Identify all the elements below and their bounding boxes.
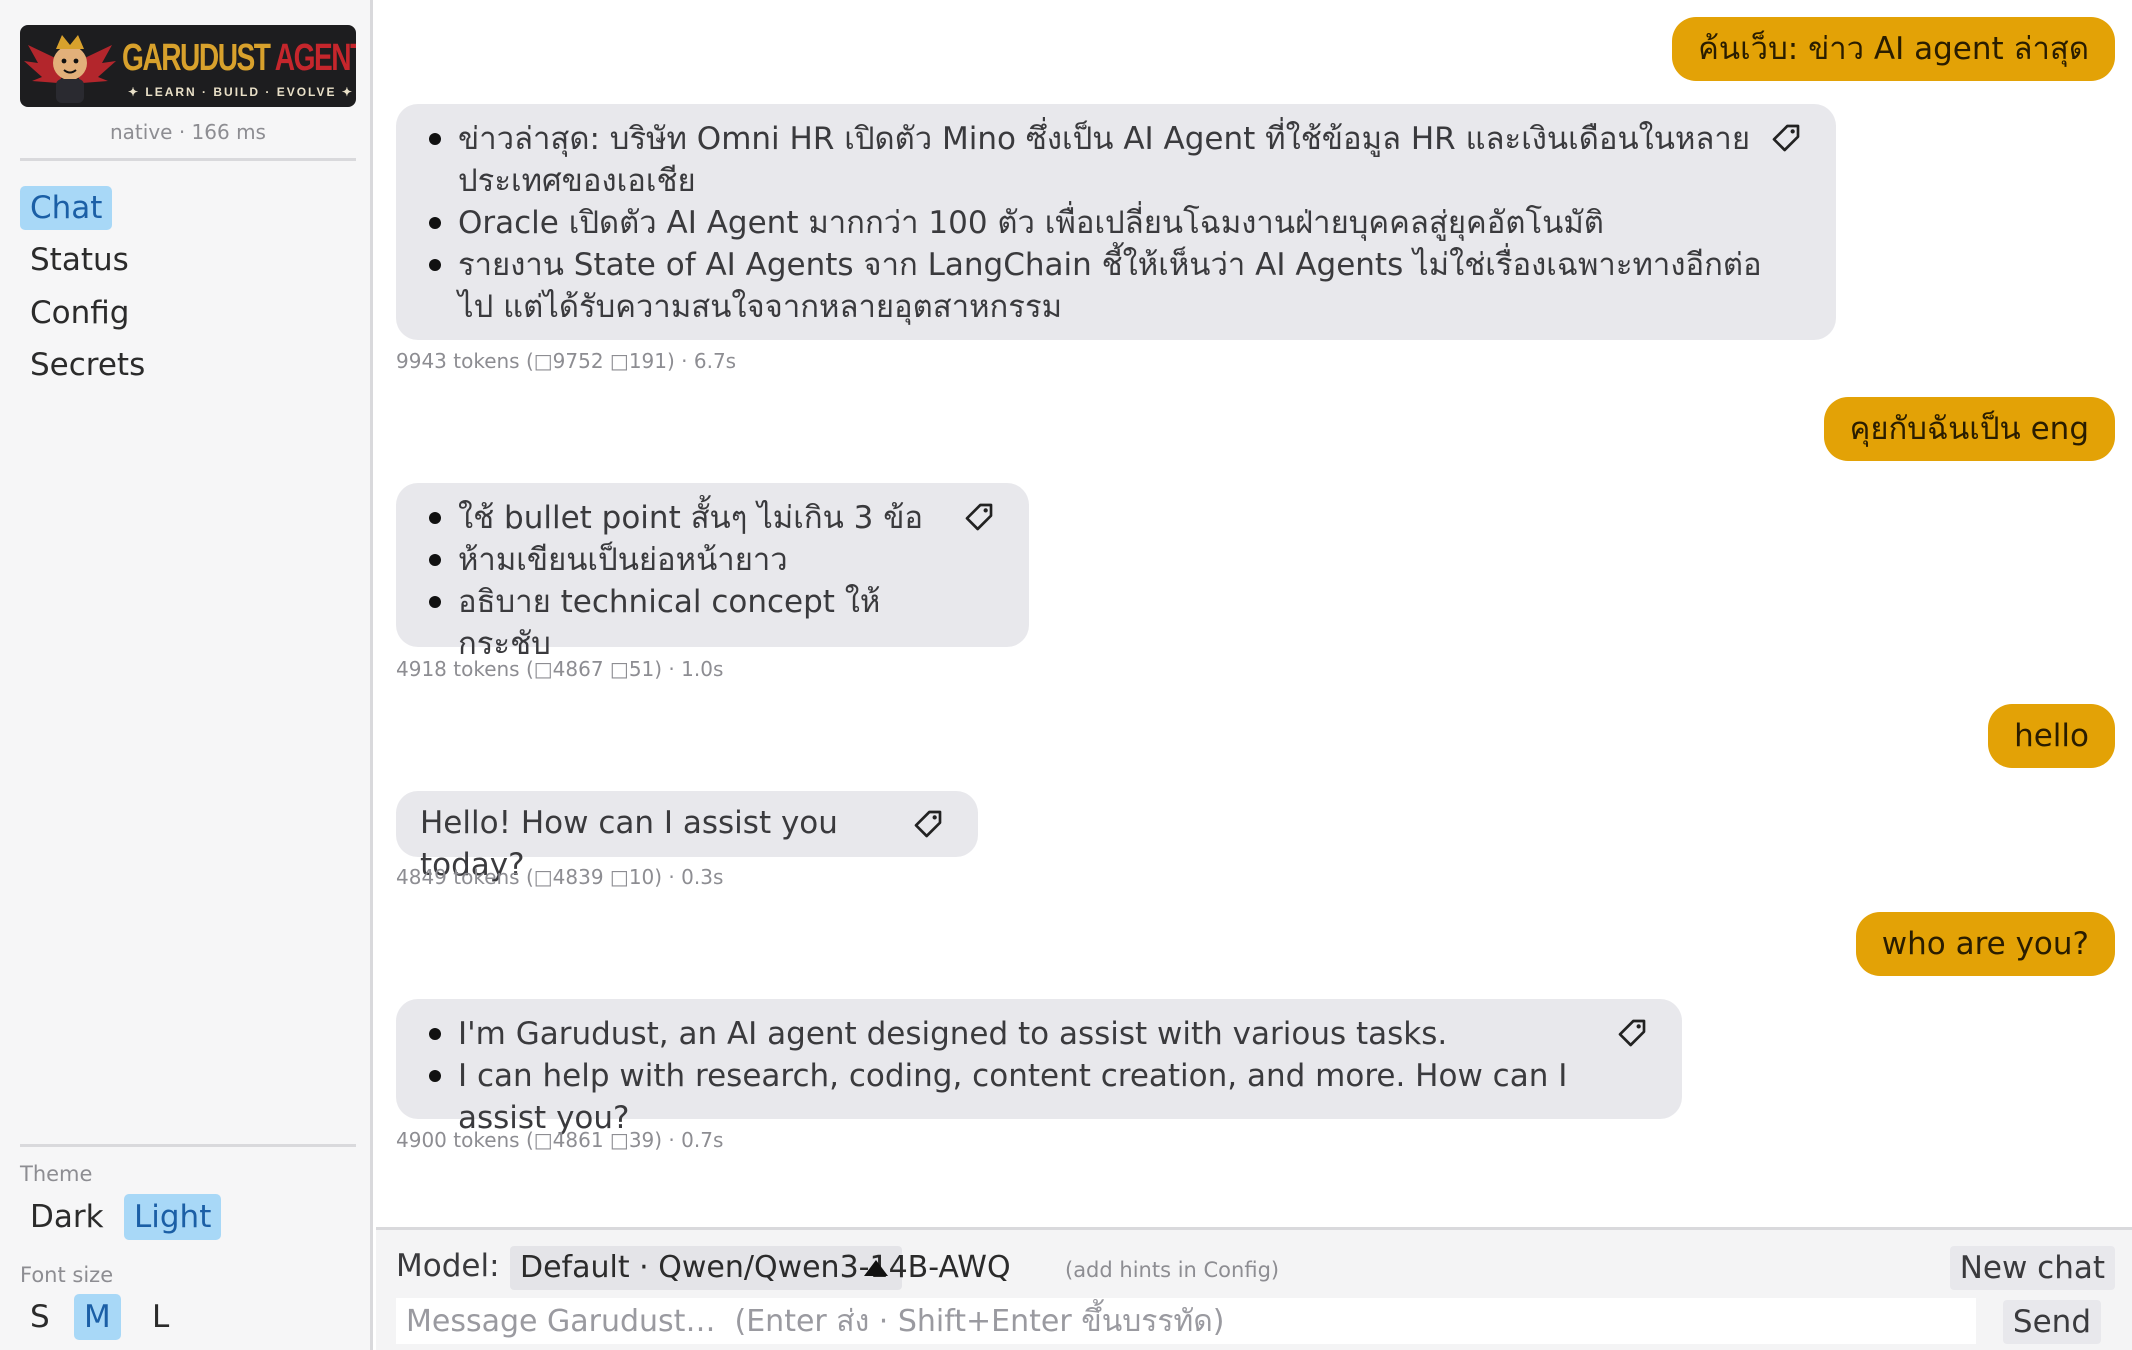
sidebar: GARUDUST AGENT ✦ LEARN · BUILD · EVOLVE … bbox=[0, 0, 373, 1350]
assistant-message: Hello! How can I assist you today? bbox=[396, 791, 978, 883]
caret-up-icon bbox=[864, 1260, 888, 1276]
message-meta: 9943 tokens (□9752 □191) · 6.7s bbox=[396, 349, 737, 373]
new-chat-button[interactable]: New chat bbox=[1949, 1246, 2115, 1290]
assistant-message: ข่าวล่าสุด: บริษัท Omni HR เปิดตัว Mino … bbox=[396, 104, 1836, 340]
tag-icon[interactable] bbox=[1770, 122, 1802, 154]
model-label: Model: bbox=[396, 1248, 500, 1284]
brand-tagline: ✦ LEARN · BUILD · EVOLVE ✦ bbox=[128, 85, 354, 99]
model-select-value: Default · Qwen/Qwen3-14B-AWQ bbox=[520, 1250, 1011, 1285]
sidebar-divider-bottom bbox=[20, 1144, 356, 1147]
message-meta: 4918 tokens (□4867 □51) · 1.0s bbox=[396, 657, 724, 681]
brand-logo: GARUDUST AGENT ✦ LEARN · BUILD · EVOLVE … bbox=[20, 25, 356, 107]
garuda-mascot-icon bbox=[24, 35, 116, 103]
user-message: ค้นเว็บ: ข่าว AI agent ล่าสุด bbox=[1672, 17, 2115, 81]
font-size-label: Font size bbox=[20, 1263, 114, 1287]
message-input[interactable] bbox=[396, 1298, 1976, 1344]
theme-label: Theme bbox=[20, 1162, 93, 1186]
user-message: who are you? bbox=[1855, 912, 2115, 976]
theme-dark-option[interactable]: Dark bbox=[20, 1194, 114, 1240]
list-item: ข่าวล่าสุด: บริษัท Omni HR เปิดตัว Mino … bbox=[424, 118, 1776, 202]
engine-status: native · 166 ms bbox=[110, 120, 266, 144]
font-size-m-option[interactable]: M bbox=[74, 1294, 121, 1340]
sidebar-divider bbox=[20, 158, 356, 161]
nav-item-status[interactable]: Status bbox=[20, 238, 139, 282]
user-message: hello bbox=[1988, 704, 2115, 768]
list-item: ห้ามเขียนเป็นย่อหน้ายาว bbox=[424, 539, 969, 581]
message-meta: 4900 tokens (□4861 □39) · 0.7s bbox=[396, 1128, 724, 1152]
model-select[interactable]: Default · Qwen/Qwen3-14B-AWQ bbox=[510, 1246, 1011, 1290]
composer: Model: Default · Qwen/Qwen3-14B-AWQ (add… bbox=[376, 1227, 2132, 1350]
list-item: I can help with research, coding, conten… bbox=[424, 1055, 1622, 1139]
tag-icon[interactable] bbox=[912, 808, 944, 840]
theme-light-option[interactable]: Light bbox=[124, 1194, 222, 1240]
list-item: อธิบาย technical concept ให้กระชับ bbox=[424, 581, 969, 665]
message-meta: 4849 tokens (□4839 □10) · 0.3s bbox=[396, 865, 724, 889]
brand-title: GARUDUST AGENT bbox=[122, 37, 356, 79]
tag-icon[interactable] bbox=[963, 501, 995, 533]
list-item: Oracle เปิดตัว AI Agent มากกว่า 100 ตัว … bbox=[424, 202, 1776, 244]
model-hint: (add hints in Config) bbox=[1065, 1258, 1280, 1282]
list-item: ใช้ bullet point สั้นๆ ไม่เกิน 3 ข้อ bbox=[424, 497, 969, 539]
list-item: I'm Garudust, an AI agent designed to as… bbox=[424, 1013, 1622, 1055]
assistant-message: ใช้ bullet point สั้นๆ ไม่เกิน 3 ข้อ ห้า… bbox=[396, 483, 1029, 662]
user-message: คุยกับฉันเป็น eng bbox=[1823, 397, 2115, 461]
font-size-s-option[interactable]: S bbox=[20, 1294, 60, 1340]
list-item: รายงาน State of AI Agents จาก LangChain … bbox=[424, 244, 1776, 328]
nav-item-secrets[interactable]: Secrets bbox=[20, 343, 155, 387]
tag-icon[interactable] bbox=[1616, 1017, 1648, 1049]
nav-item-config[interactable]: Config bbox=[20, 291, 139, 335]
send-button[interactable]: Send bbox=[2002, 1300, 2101, 1344]
font-size-l-option[interactable]: L bbox=[142, 1294, 179, 1340]
chat-thread: ค้นเว็บ: ข่าว AI agent ล่าสุด ข่าวล่าสุด… bbox=[376, 0, 2132, 1226]
nav-item-chat[interactable]: Chat bbox=[20, 186, 113, 230]
assistant-message: I'm Garudust, an AI agent designed to as… bbox=[396, 999, 1682, 1136]
